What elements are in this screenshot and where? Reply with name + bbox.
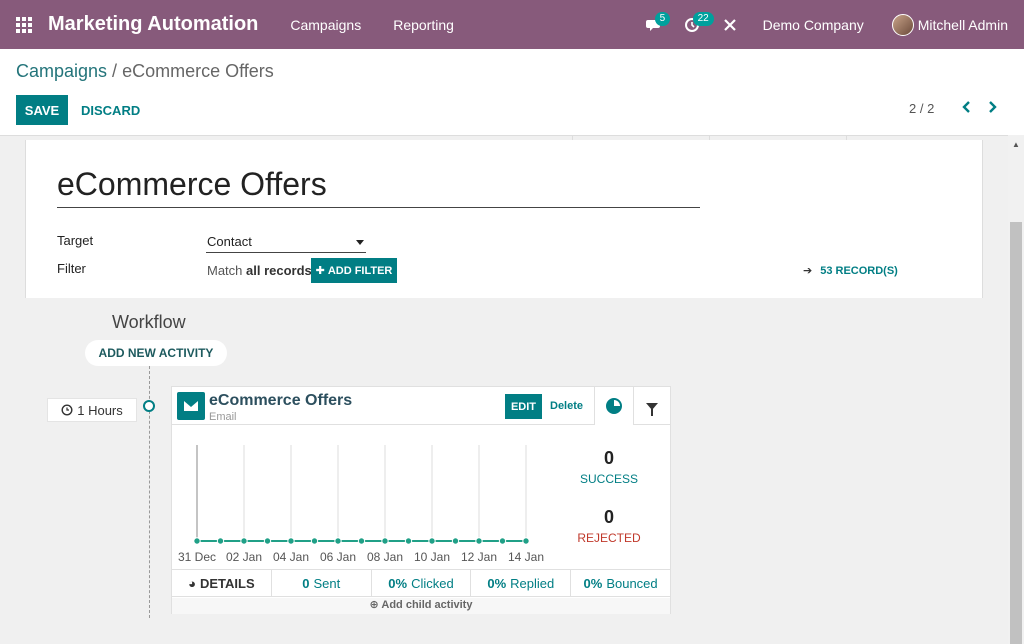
breadcrumb-separator: / [107,61,123,81]
arrow-right-icon: ➔ [803,265,813,277]
x-tick-label: 12 Jan [461,550,497,564]
x-tick-label: 14 Jan [508,550,544,564]
data-point[interactable] [498,537,507,545]
user-menu[interactable]: Mitchell Admin [891,13,1008,36]
x-tick-label: 02 Jan [226,550,262,564]
activity-line-chart: 31 Dec 02 Jan 04 Jan 06 Jan 08 Jan 10 Jan 12 J… [178,445,544,564]
workflow-title: Workflow [112,312,186,332]
breadcrumb-campaigns-link[interactable]: Campaigns [16,61,107,81]
filter-label: Filter [57,261,86,276]
avatar [891,13,914,36]
data-point[interactable] [404,537,413,545]
delete-activity-button[interactable]: Delete [550,400,583,412]
rejected-label: REJECTED [577,531,641,545]
target-label: Target [57,233,94,248]
add-new-activity-button[interactable]: ADD NEW ACTIVITY [85,340,227,366]
workflow-node [143,400,155,412]
rejected-count: 0 [603,507,614,527]
pager-next-icon[interactable] [987,99,999,118]
activity-type: Email [209,411,237,423]
clock-icon [61,404,73,416]
records-count-button[interactable]: ➔ 53 RECORD(S) [803,264,898,277]
messages-badge: 5 [654,12,671,26]
pie-chart-icon: ◕ [188,575,196,591]
data-point[interactable] [381,537,389,545]
data-point[interactable] [334,537,342,545]
data-point[interactable] [357,537,366,545]
success-count: 0 [603,448,614,468]
breadcrumb-current: eCommerce Offers [122,61,274,81]
campaign-name-field[interactable]: eCommerce Offers [57,166,700,208]
pager-previous-icon[interactable] [960,99,972,118]
add-filter-button[interactable]: ✚ ADD FILTER [311,258,397,283]
scroll-up-icon[interactable]: ▲ [1012,140,1020,149]
x-tick-label: 10 Jan [414,550,450,564]
x-tick-label: 04 Jan [273,550,309,564]
envelope-icon [177,392,205,420]
plus-circle-icon: ⊕ [369,599,379,611]
menu-reporting[interactable]: Reporting [393,17,454,33]
breadcrumb: Campaigns / eCommerce Offers [16,61,274,82]
app-title[interactable]: Marketing Automation [48,13,258,36]
data-point[interactable] [240,537,248,545]
data-point[interactable] [287,537,295,545]
debug-tools-icon[interactable] [711,0,749,49]
trigger-interval-badge: 1 Hours [47,398,137,422]
apps-menu-icon[interactable] [0,0,48,49]
user-name: Mitchell Admin [917,16,1008,33]
data-point[interactable] [193,537,201,545]
target-value: Contact [207,234,252,249]
details-button[interactable]: ◕ DETAILS [172,570,272,596]
top-navbar: Marketing Automation Campaigns Reporting… [0,0,1024,49]
edit-activity-button[interactable]: EDIT [505,394,542,419]
clicked-stat[interactable]: 0% Clicked [372,570,472,596]
data-point[interactable] [475,537,483,545]
replied-stat[interactable]: 0% Replied [471,570,572,596]
data-point[interactable] [263,537,272,545]
chevron-down-icon [356,240,364,245]
data-point[interactable] [451,537,460,545]
data-point[interactable] [216,537,225,545]
filter-domain-text: Match all records [207,263,312,278]
activity-card: eCommerce Offers Email EDIT Delete 31 De… [171,386,671,614]
pager-value: 2 / 2 [909,101,935,116]
company-switcher[interactable]: Demo Company [763,17,864,33]
bounced-stat[interactable]: 0% Bounced [571,570,670,596]
save-button[interactable]: SAVE [16,95,68,125]
activity-card-header: eCommerce Offers Email EDIT Delete [172,387,670,425]
x-tick-label: 06 Jan [320,550,356,564]
statistics-tab-pie-icon[interactable] [594,387,634,425]
data-point[interactable] [428,537,436,545]
x-tick-label: 31 Dec [178,550,216,564]
data-point[interactable] [522,537,530,545]
discard-button[interactable]: DISCARD [81,95,140,125]
scrollbar-thumb[interactable] [1010,222,1022,644]
x-tick-label: 08 Jan [367,550,403,564]
add-child-activity-button[interactable]: ⊕ Add child activity [172,598,670,614]
success-label: SUCCESS [579,472,638,486]
target-select[interactable]: Contact [206,232,366,253]
activity-stats-footer: ◕ DETAILS 0 Sent 0% Clicked 0% Replied 0% Bou… [172,569,670,597]
activity-title: eCommerce Offers [209,392,353,409]
menu-campaigns[interactable]: Campaigns [290,17,361,33]
data-point[interactable] [310,537,319,545]
sent-stat[interactable]: 0 Sent [272,570,372,596]
messages-icon[interactable]: 5 [635,0,673,49]
plus-icon: ✚ [315,265,325,277]
filter-tab-funnel-icon[interactable] [634,387,670,425]
activities-clock-icon[interactable]: 22 [673,0,714,49]
